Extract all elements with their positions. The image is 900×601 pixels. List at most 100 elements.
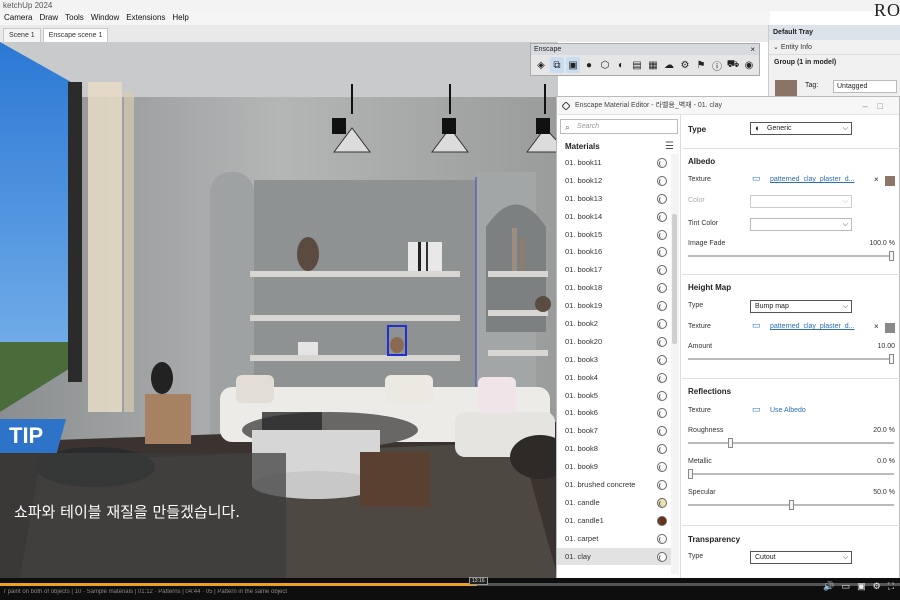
material-list-item[interactable]: 01. book11 bbox=[557, 154, 671, 172]
enscape-logo-icon[interactable]: ◈ bbox=[534, 57, 548, 73]
search-placeholder: Search bbox=[577, 123, 600, 130]
height-map-texture-swatch[interactable] bbox=[885, 323, 895, 333]
menu-tools[interactable]: Tools bbox=[65, 11, 84, 25]
material-list-item[interactable]: 01. book17 bbox=[557, 261, 671, 279]
albedo-texture-file[interactable]: patterned_clay_plaster_d... bbox=[770, 176, 854, 183]
folder-icon[interactable]: ▭ bbox=[752, 173, 761, 184]
material-list-item[interactable]: 01. book6 bbox=[557, 404, 671, 422]
material-list-item[interactable]: 01. carpet bbox=[557, 530, 671, 548]
material-name: 01. book5 bbox=[565, 390, 598, 400]
feedback-icon[interactable]: ⚑ bbox=[694, 57, 708, 73]
material-preview-icon bbox=[657, 390, 667, 401]
tint-color-select[interactable]: ⌵ bbox=[750, 218, 852, 231]
slider-knob[interactable] bbox=[788, 500, 794, 510]
menu-help[interactable]: Help bbox=[172, 11, 188, 25]
tag-select[interactable]: Untagged bbox=[833, 80, 897, 93]
roughness-slider[interactable] bbox=[688, 438, 894, 448]
material-list-item[interactable]: 01. candle1 bbox=[557, 512, 671, 530]
capture-icon[interactable]: ● bbox=[582, 57, 596, 73]
menu-draw[interactable]: Draw bbox=[39, 11, 58, 25]
divider bbox=[682, 525, 900, 526]
albedo-texture-label: Texture bbox=[688, 176, 711, 183]
app-title: ketchUp 2024 bbox=[3, 1, 53, 10]
slider-knob[interactable] bbox=[728, 438, 734, 448]
menu-camera[interactable]: Camera bbox=[4, 11, 32, 25]
folder-icon[interactable]: ▭ bbox=[752, 320, 761, 331]
material-list-item[interactable]: 01. book12 bbox=[557, 172, 671, 190]
material-list-item[interactable]: 01. book2 bbox=[557, 315, 671, 333]
type-select[interactable]: ◐ Generic ⌵ bbox=[750, 122, 852, 135]
material-list-item[interactable]: 01. book3 bbox=[557, 351, 671, 369]
scene-tab-1[interactable]: Scene 1 bbox=[3, 28, 41, 42]
height-map-remove-texture-button[interactable]: × bbox=[874, 322, 879, 331]
account-icon[interactable]: ◉ bbox=[742, 57, 756, 73]
folder-icon[interactable]: ▭ bbox=[752, 404, 761, 415]
upload-icon[interactable]: ☁ bbox=[662, 57, 676, 73]
material-list-item[interactable]: 01. book15 bbox=[557, 226, 671, 244]
albedo-texture-swatch[interactable] bbox=[885, 176, 895, 186]
material-list-item[interactable]: 01. book8 bbox=[557, 440, 671, 458]
fullscreen-icon[interactable]: ⛶ bbox=[888, 581, 894, 592]
material-list-item[interactable]: 01. candle bbox=[557, 494, 671, 512]
material-name: 01. book11 bbox=[565, 158, 602, 167]
window-controls[interactable]: –□ bbox=[863, 97, 893, 115]
scene-tab-enscape[interactable]: Enscape scene 1 bbox=[42, 28, 109, 42]
material-preview-icon bbox=[657, 193, 667, 204]
specular-slider[interactable] bbox=[688, 500, 894, 510]
material-editor-icon[interactable]: ◐ bbox=[614, 57, 628, 73]
menu-window[interactable]: Window bbox=[91, 11, 119, 25]
volume-icon[interactable]: 🔊 bbox=[823, 581, 834, 592]
height-map-texture-file[interactable]: patterned_clay_plaster_d... bbox=[770, 323, 854, 330]
slider-knob[interactable] bbox=[688, 469, 693, 479]
material-list-item[interactable]: 01. book9 bbox=[557, 458, 671, 476]
material-list-item[interactable]: 01. book5 bbox=[557, 387, 671, 405]
video-progress-fill bbox=[0, 583, 477, 586]
material-list-item[interactable]: 01. book16 bbox=[557, 243, 671, 261]
reflections-header: Reflections bbox=[688, 387, 732, 396]
material-list-item[interactable]: 01. clay bbox=[557, 547, 671, 566]
settings-icon[interactable]: ⚙ bbox=[873, 581, 881, 592]
metallic-slider[interactable] bbox=[688, 469, 894, 479]
height-map-type-value: Bump map bbox=[755, 303, 789, 310]
albedo-remove-texture-button[interactable]: × bbox=[874, 175, 879, 184]
material-list-item[interactable]: 01. brushed concrete bbox=[557, 476, 671, 494]
render-icon[interactable]: ▤ bbox=[630, 57, 644, 73]
material-list-item[interactable]: 01. book18 bbox=[557, 279, 671, 297]
material-list-item[interactable]: 01. book19 bbox=[557, 297, 671, 315]
material-list-item[interactable]: 01. book4 bbox=[557, 369, 671, 387]
chevron-down-icon: ⌵ bbox=[842, 221, 848, 228]
video-progress-bar[interactable]: 13:16 bbox=[0, 577, 900, 586]
chevron-down-icon: ⌄ bbox=[773, 44, 781, 51]
hamburger-menu-icon[interactable]: ☰ bbox=[665, 141, 674, 152]
materials-scrollbar[interactable] bbox=[671, 154, 679, 574]
menu-extensions[interactable]: Extensions bbox=[126, 11, 165, 25]
material-list-item[interactable]: 01. book13 bbox=[557, 190, 671, 208]
info-icon[interactable]: ⓘ bbox=[710, 57, 724, 73]
use-albedo-link[interactable]: Use Albedo bbox=[770, 407, 806, 414]
material-list-item[interactable]: 01. book7 bbox=[557, 422, 671, 440]
entity-info-header[interactable]: ⌄ Entity Info bbox=[769, 40, 900, 55]
close-icon[interactable]: × bbox=[750, 44, 755, 55]
height-map-type-select[interactable]: Bump map ⌵ bbox=[750, 300, 852, 313]
material-list-item[interactable]: 01. book20 bbox=[557, 333, 671, 351]
transparency-type-select[interactable]: Cutout ⌵ bbox=[750, 551, 852, 564]
search-input[interactable]: ⌕ Search bbox=[560, 119, 678, 134]
material-list-item[interactable]: 01. book14 bbox=[557, 208, 671, 226]
image-fade-slider[interactable] bbox=[688, 251, 894, 261]
default-tray: Default Tray ⌄ Entity Info Group (1 in m… bbox=[768, 25, 900, 100]
asset-library-icon[interactable]: ⬡ bbox=[598, 57, 612, 73]
slider-knob[interactable] bbox=[889, 251, 894, 261]
amount-slider[interactable] bbox=[688, 354, 894, 364]
albedo-color-select[interactable]: ⌵ bbox=[750, 195, 852, 208]
divider bbox=[682, 378, 900, 379]
settings-icon[interactable]: ⚙ bbox=[678, 57, 692, 73]
hd-icon[interactable]: ▣ bbox=[857, 581, 866, 592]
slider-knob[interactable] bbox=[889, 354, 894, 364]
scrollbar-thumb[interactable] bbox=[672, 214, 677, 344]
albedo-header: Albedo bbox=[688, 157, 716, 166]
panorama-icon[interactable]: ▦ bbox=[646, 57, 660, 73]
captions-icon[interactable]: ▭ bbox=[842, 581, 851, 592]
live-update-icon[interactable]: ⧉ bbox=[550, 57, 564, 73]
store-icon[interactable]: ⛟ bbox=[726, 57, 740, 73]
sync-views-icon[interactable]: ▣ bbox=[566, 57, 580, 73]
